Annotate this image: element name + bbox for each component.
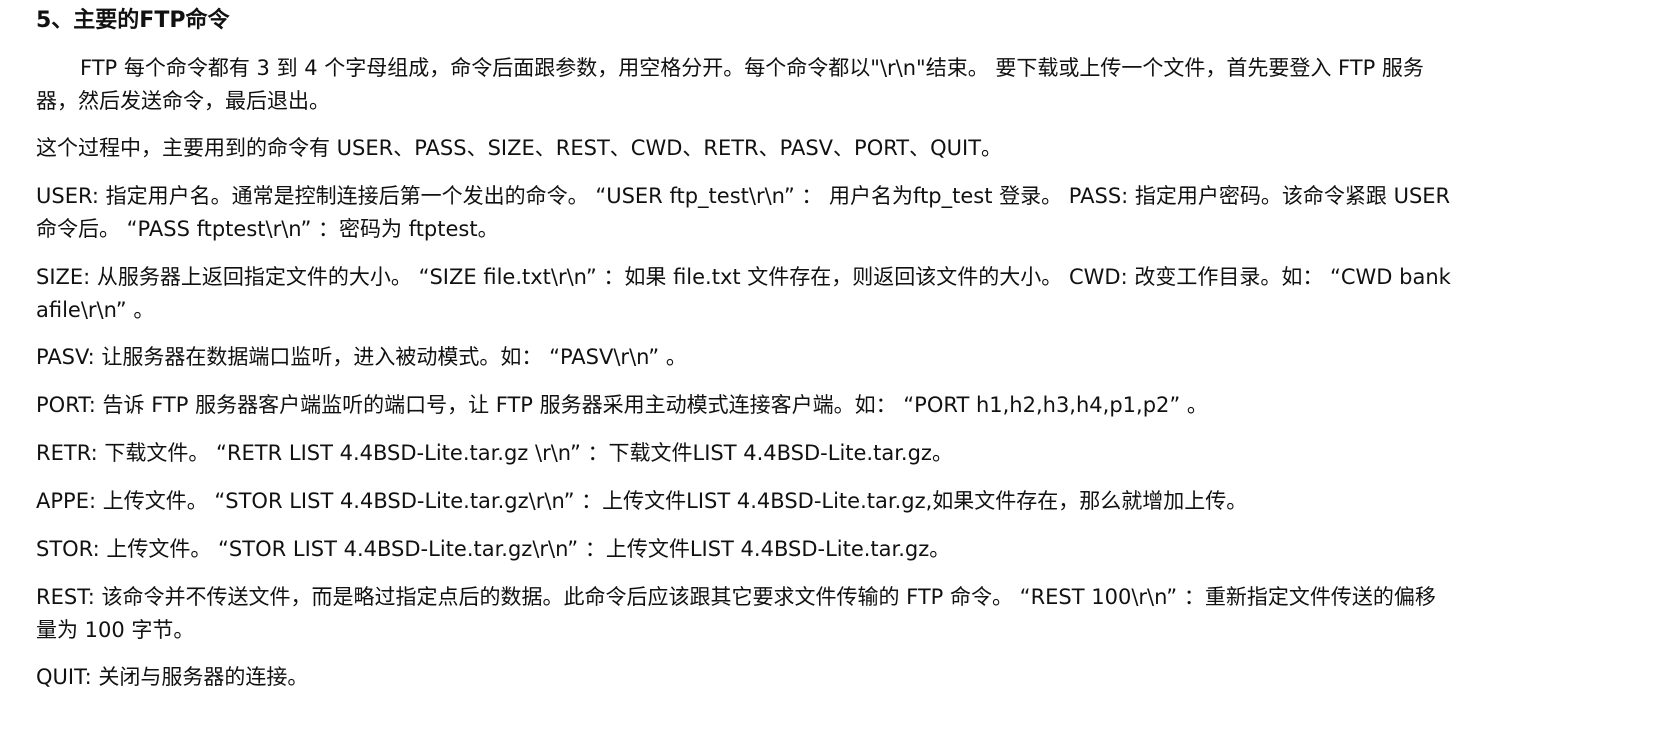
intro-paragraph: FTP 每个命令都有 3 到 4 个字母组成，命令后面跟参数，用空格分开。每个命… — [36, 56, 1424, 113]
commands-overview-paragraph: 这个过程中，主要用到的命令有 USER、PASS、SIZE、REST、CWD、R… — [36, 136, 1003, 160]
size-cwd-paragraph: SIZE: 从服务器上返回指定文件的大小。 “SIZE file.txt\r\n… — [36, 265, 1451, 322]
port-paragraph: PORT: 告诉 FTP 服务器客户端监听的端口号，让 FTP 服务器采用主动模… — [36, 393, 1208, 417]
user-pass-paragraph: USER: 指定用户名。通常是控制连接后第一个发出的命令。 “USER ftp_… — [36, 184, 1451, 241]
rest-paragraph: REST: 该命令并不传送文件，而是略过指定点后的数据。此命令后应该跟其它要求文… — [36, 585, 1436, 642]
section-heading: 5、主要的FTP命令 — [36, 8, 230, 33]
appe-paragraph: APPE: 上传文件。 “STOR LIST 4.4BSD-Lite.tar.g… — [36, 489, 1248, 513]
document-page: 5、主要的FTP命令 FTP 每个命令都有 3 到 4 个字母组成，命令后面跟参… — [0, 0, 1666, 741]
quit-paragraph: QUIT: 关闭与服务器的连接。 — [36, 665, 309, 689]
stor-paragraph: STOR: 上传文件。 “STOR LIST 4.4BSD-Lite.tar.g… — [36, 537, 951, 561]
pasv-paragraph: PASV: 让服务器在数据端口监听，进入被动模式。如： “PASV\r\n” 。 — [36, 345, 687, 369]
retr-paragraph: RETR: 下载文件。 “RETR LIST 4.4BSD-Lite.tar.g… — [36, 441, 953, 465]
